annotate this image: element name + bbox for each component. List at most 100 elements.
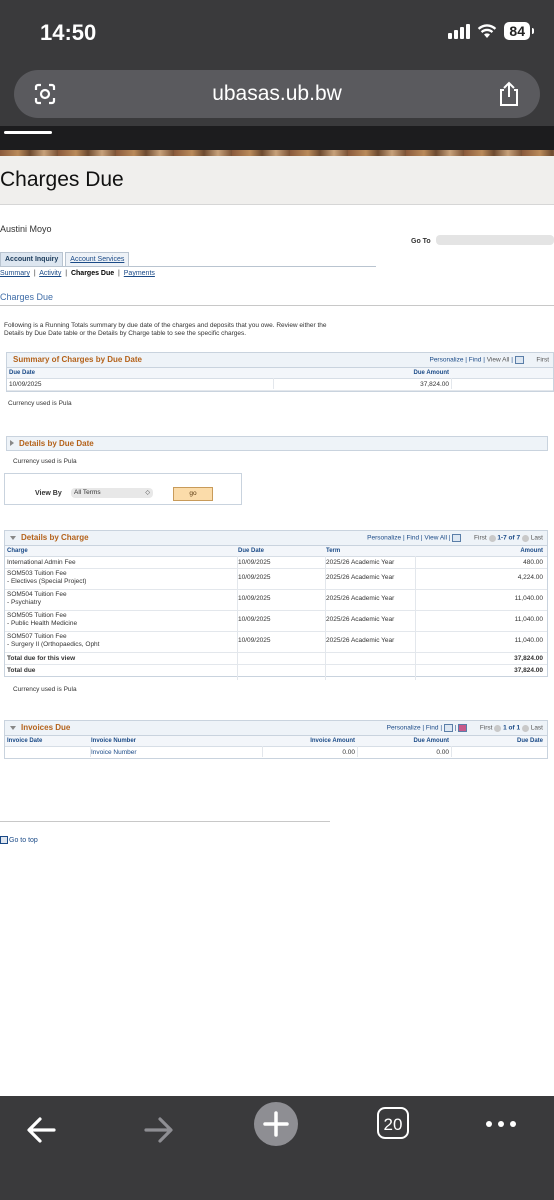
summary-grid: Summary of Charges by Due Date Personali… [6,352,554,392]
cell-term: 2025/26 Academic Year [326,637,395,644]
cell-charge: SOM504 Tuition Fee [7,591,67,598]
subnav-activity[interactable]: Activity [39,270,61,277]
cell-charge-detail: - Public Health Medicine [7,620,78,627]
details-by-due-date-title[interactable]: Details by Due Date [19,439,94,448]
personalize-link[interactable]: Personalize [387,725,421,732]
cell-due-date: 10/09/2025 [238,559,271,566]
cell-due-date: 10/09/2025 [9,381,42,388]
col-amount: Amount [520,548,543,554]
personalize-link[interactable]: Personalize [429,357,463,364]
go-to-top-link[interactable]: Go to top [0,836,38,844]
cell-term: 2025/26 Academic Year [326,559,395,566]
cellular-signal-icon [448,23,471,39]
goto-dropdown[interactable] [436,235,554,245]
expand-arrow-icon[interactable] [10,440,14,446]
table-row: SOM507 Tuition Fee - Surgery II (Orthopa… [5,632,547,653]
view-all-link[interactable]: View All [487,357,510,364]
next-page-icon[interactable] [521,534,529,542]
tab-account-inquiry[interactable]: Account Inquiry [0,252,64,266]
tab-switcher-button[interactable]: 20 [377,1107,409,1139]
section-title: Charges Due [0,292,54,302]
invoice-number-link[interactable]: Invoice Number [91,749,137,756]
previous-page-icon[interactable] [494,724,502,732]
cell-due-date: 10/09/2025 [238,616,271,623]
tab-account-services[interactable]: Account Services [65,252,130,266]
back-arrow-icon[interactable] [22,1110,62,1150]
address-bar[interactable]: ubasas.ub.bw [14,70,540,118]
table-row: SOM505 Tuition Fee - Public Health Medic… [5,611,547,632]
cell-amount: 4,224.00 [517,574,543,581]
forward-arrow-icon[interactable] [138,1110,178,1150]
find-link[interactable]: Find [469,357,482,364]
invoices-grid-title[interactable]: Invoices Due [21,723,70,732]
previous-page-icon[interactable] [488,534,496,542]
chart-icon[interactable] [458,724,468,732]
find-link[interactable]: Find [426,725,439,732]
total-due-label: Total due [7,667,36,674]
back-arrow-icon[interactable] [4,131,52,134]
collapse-arrow-icon[interactable] [10,726,16,730]
first-link[interactable]: First [480,725,493,732]
footer-divider [0,821,330,822]
download-grid-icon[interactable] [514,356,524,364]
total-view-amount: 37,824.00 [514,655,543,662]
view-by-panel: View By All Terms go [4,473,242,505]
go-to-top-icon[interactable] [0,836,8,844]
plus-icon[interactable] [254,1102,298,1146]
url-text[interactable]: ubasas.ub.bw [14,82,540,106]
last-link[interactable]: Last [531,535,543,542]
total-due-row: Total due 37,824.00 [5,665,547,676]
col-term: Term [326,548,341,554]
view-by-label: View By [35,490,62,497]
cell-amount: 480.00 [523,559,543,566]
col-due-amount: Due Amount [413,370,449,376]
share-icon[interactable] [496,80,522,108]
new-tab-button[interactable] [254,1102,298,1146]
table-row: 10/09/2025 37,824.00 [7,379,553,391]
cell-due-amount: 37,824.00 [420,381,449,388]
cell-term: 2025/26 Academic Year [326,574,395,581]
total-view-label: Total due for this view [7,655,76,662]
cell-amount: 11,040.00 [514,637,543,644]
col-invoice-number: Invoice Number [91,738,137,744]
due-date-currency-note: Currency used is Pula [13,458,77,465]
cell-charge-detail: - Psychiatry [7,599,41,606]
student-name: Austini Moyo [0,224,52,234]
browser-top-chrome: 14:50 84 ubasas.ub.bw [0,0,554,126]
cell-charge: SOM503 Tuition Fee [7,570,67,577]
charge-column-headers: Charge Due Date Term Amount [5,546,547,557]
last-link[interactable]: Last [531,725,543,732]
first-link[interactable]: First [536,357,549,364]
next-page-icon[interactable] [521,724,529,732]
subnav-summary[interactable]: Summary [0,270,30,277]
collapse-arrow-icon[interactable] [10,536,16,540]
summary-grid-tools: Personalize | Find | View All | First [429,356,549,364]
cell-charge: SOM505 Tuition Fee [7,612,67,619]
view-by-select[interactable]: All Terms [71,488,153,498]
cell-term: 2025/26 Academic Year [326,616,395,623]
back-navigation-strip [0,126,554,152]
charge-grid-title[interactable]: Details by Charge [21,533,89,542]
personalize-link[interactable]: Personalize [367,535,401,542]
more-menu-icon[interactable] [481,1110,521,1150]
download-grid-icon[interactable] [452,534,462,542]
find-link[interactable]: Find [406,535,419,542]
cell-due-date: 10/09/2025 [238,595,271,602]
col-due-date: Due Date [9,370,36,376]
download-grid-icon[interactable] [443,724,453,732]
go-button[interactable]: go [173,487,213,501]
invoices-grid: Invoices Due Personalize | Find | | Firs… [4,720,548,759]
intro-text: Following is a Running Totals summary by… [4,322,327,337]
first-link[interactable]: First [474,535,487,542]
charge-currency-note: Currency used is Pula [13,686,77,693]
details-by-due-date-section[interactable]: Details by Due Date [6,436,548,451]
page-title: Charges Due [0,168,124,191]
subnav-separator: | [118,270,120,277]
subnav-separator: | [33,270,36,277]
view-all-link[interactable]: View All [424,535,447,542]
cell-charge: International Admin Fee [7,559,76,566]
row-range: 1-7 of 7 [497,534,521,542]
battery-indicator: 84 [504,22,534,40]
subnav-payments[interactable]: Payments [124,270,155,277]
table-row: International Admin Fee 10/09/2025 2025/… [5,557,547,569]
